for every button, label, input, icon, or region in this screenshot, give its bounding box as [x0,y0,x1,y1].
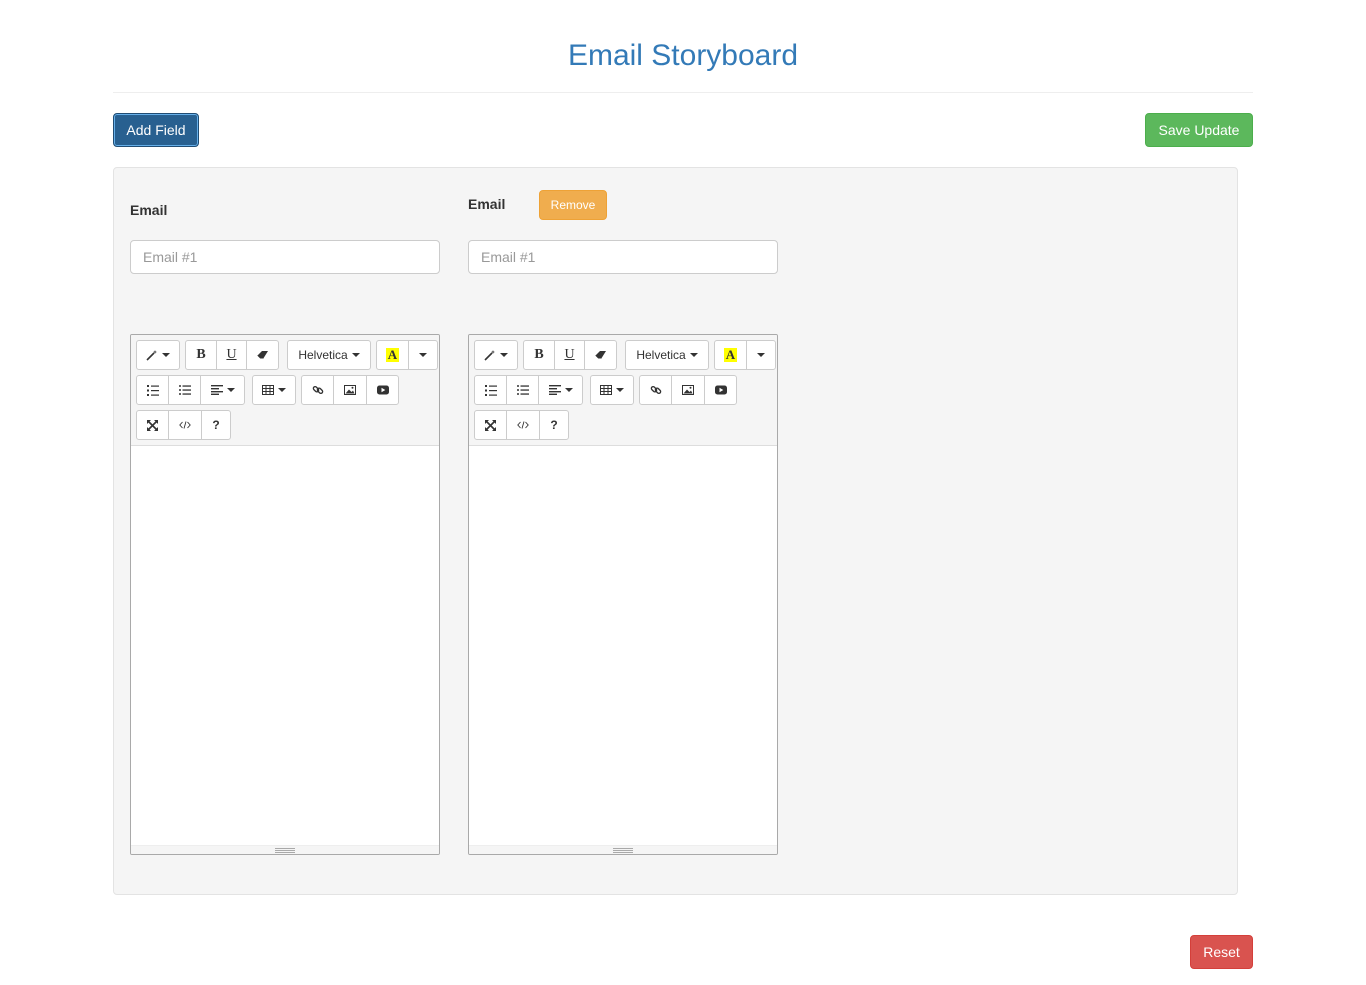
add-field-button[interactable]: Add Field [113,113,199,147]
insert-video-button[interactable] [366,375,399,405]
align-left-icon [548,385,561,395]
grip-icon [275,847,295,853]
color-dropdown-button[interactable] [746,340,776,370]
font-name-dropdown[interactable]: Helvetica [287,340,371,370]
unordered-list-icon [178,385,191,395]
video-icon [714,385,727,395]
highlight-color-button[interactable]: A [714,340,747,370]
bold-button[interactable]: B [185,340,217,370]
underline-icon: U [564,347,575,362]
editor-resize-handle[interactable] [131,845,439,854]
picture-icon [344,385,356,395]
eraser-icon [594,351,606,360]
code-view-icon [517,421,529,429]
code-view-button[interactable] [506,410,540,440]
save-update-button[interactable]: Save Update [1145,113,1253,147]
reset-button[interactable]: Reset [1190,935,1253,969]
style-dropdown-button[interactable] [136,340,180,370]
ordered-list-icon [484,384,497,396]
table-dropdown-button[interactable] [590,375,634,405]
color-dropdown-button[interactable] [408,340,438,370]
paragraph-align-dropdown[interactable] [200,375,245,405]
unordered-list-button[interactable] [506,375,539,405]
video-icon [376,385,389,395]
insert-picture-button[interactable] [671,375,705,405]
title-divider [113,92,1253,93]
underline-button[interactable]: U [216,340,247,370]
help-button[interactable]: ? [201,410,231,440]
rich-text-editor: B U Helvetica A ? [130,334,440,855]
editor-toolbar: B U Helvetica A ? [469,335,777,446]
remove-field-button[interactable]: Remove [539,190,607,220]
table-icon [262,385,274,395]
unordered-list-icon [516,385,529,395]
link-icon [650,385,661,395]
code-view-icon [179,421,191,429]
style-dropdown-button[interactable] [474,340,518,370]
table-dropdown-button[interactable] [252,375,296,405]
font-name-label: Helvetica [636,348,686,362]
clear-format-button[interactable] [584,340,617,370]
font-name-label: Helvetica [298,348,348,362]
eraser-icon [256,351,268,360]
table-icon [600,385,612,395]
editor-content-area[interactable] [131,446,439,846]
help-button[interactable]: ? [539,410,569,440]
bold-button[interactable]: B [523,340,555,370]
ordered-list-button[interactable] [136,375,169,405]
fullscreen-icon [485,419,496,431]
editor-resize-handle[interactable] [469,845,777,854]
help-icon: ? [550,418,558,432]
magic-wand-icon [484,350,495,361]
grip-icon [613,847,633,853]
field-label: Email [130,202,168,218]
insert-video-button[interactable] [704,375,737,405]
magic-wand-icon [146,350,157,361]
highlight-a-icon: A [385,347,400,362]
highlight-color-button[interactable]: A [376,340,409,370]
underline-icon: U [226,347,237,362]
font-name-dropdown[interactable]: Helvetica [625,340,709,370]
underline-button[interactable]: U [554,340,585,370]
bold-icon: B [534,347,544,362]
picture-icon [682,385,694,395]
fullscreen-button[interactable] [136,410,169,440]
paragraph-align-dropdown[interactable] [538,375,583,405]
fullscreen-button[interactable] [474,410,507,440]
field-label: Email [468,196,506,212]
email-input[interactable] [130,240,440,274]
page-title: Email Storyboard [567,39,799,72]
bold-icon: B [196,347,206,362]
insert-link-button[interactable] [301,375,334,405]
help-icon: ? [212,418,220,432]
ordered-list-button[interactable] [474,375,507,405]
ordered-list-icon [146,384,159,396]
link-icon [312,385,323,395]
clear-format-button[interactable] [246,340,279,370]
highlight-a-icon: A [723,347,738,362]
insert-link-button[interactable] [639,375,672,405]
insert-picture-button[interactable] [333,375,367,405]
code-view-button[interactable] [168,410,202,440]
unordered-list-button[interactable] [168,375,201,405]
editor-toolbar: B U Helvetica A ? [131,335,439,446]
fullscreen-icon [147,419,158,431]
align-left-icon [210,385,223,395]
email-input[interactable] [468,240,778,274]
editor-content-area[interactable] [469,446,777,846]
rich-text-editor: B U Helvetica A ? [468,334,778,855]
